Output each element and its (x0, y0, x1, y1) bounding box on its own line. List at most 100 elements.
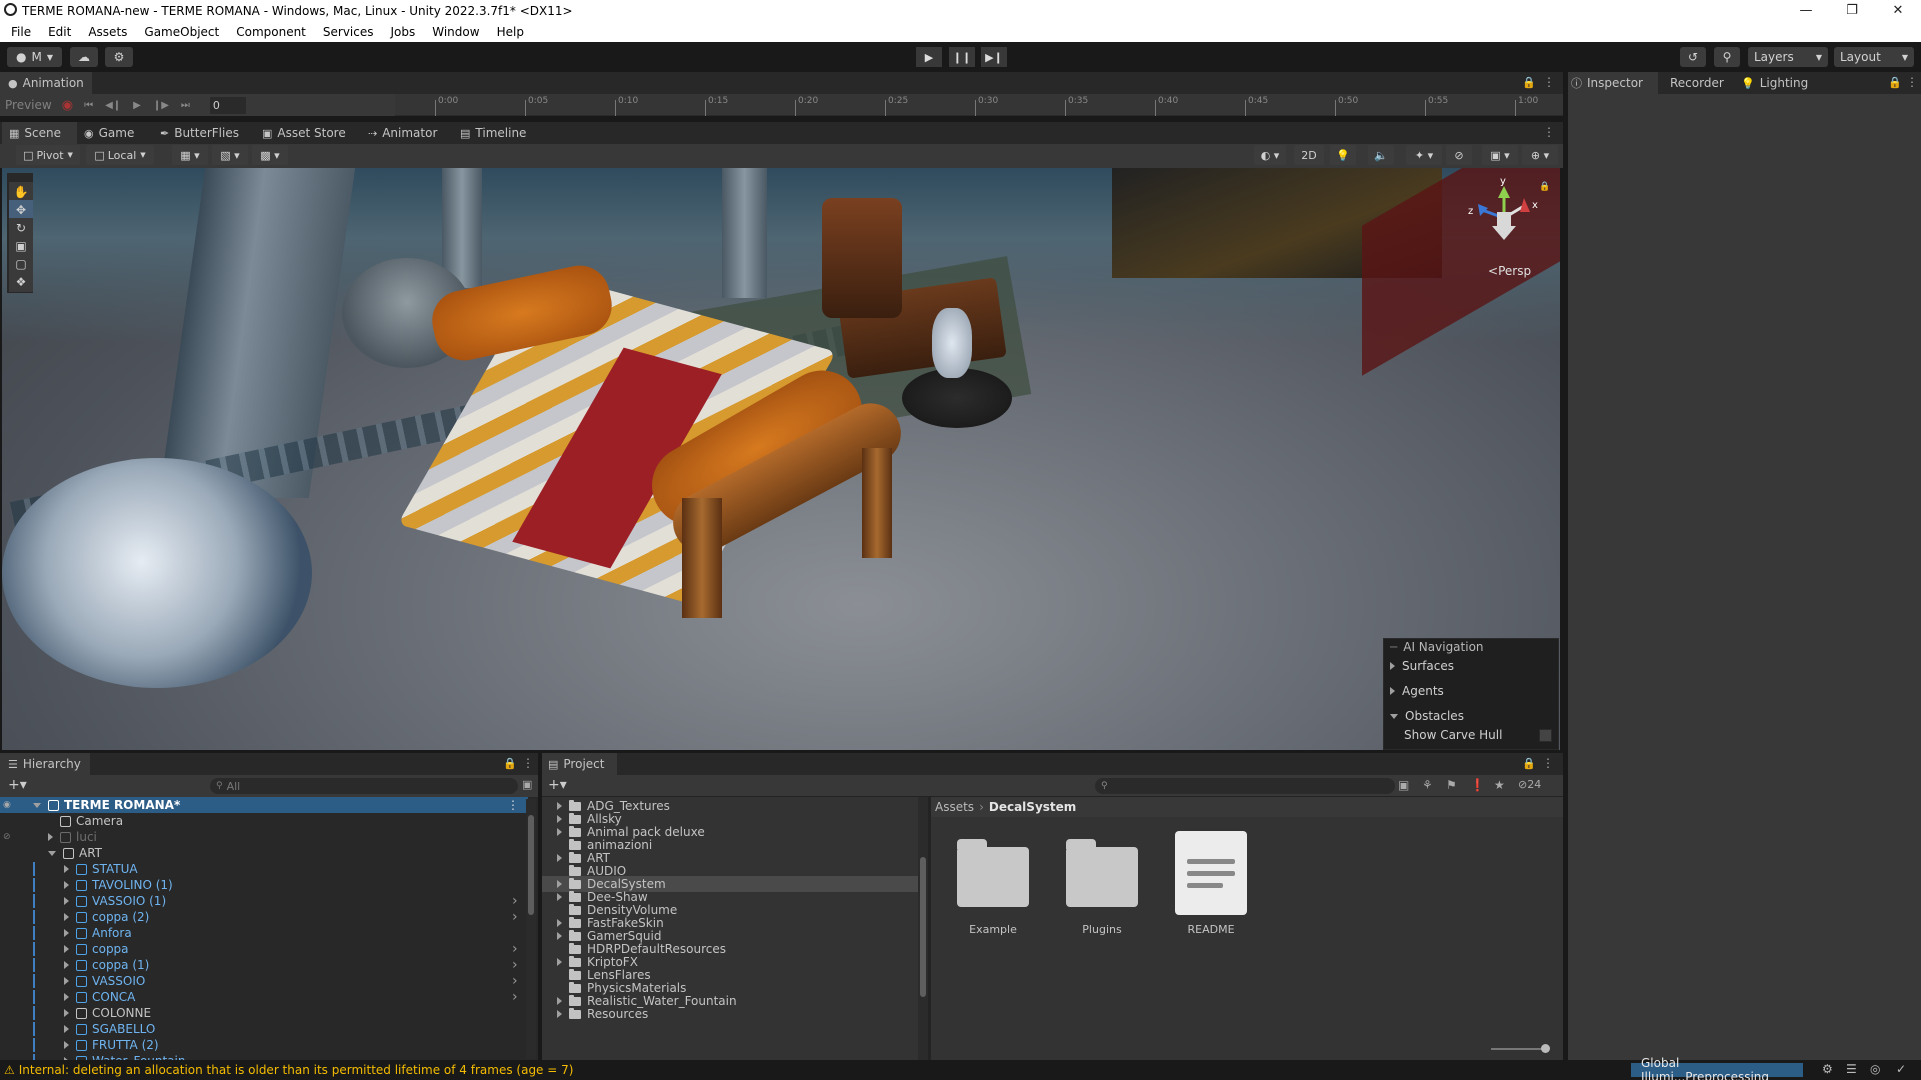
gizmos-dropdown-icon[interactable]: ⊕ ▾ (1522, 145, 1558, 165)
menu-gameobject[interactable]: GameObject (133, 25, 225, 39)
favorite-star-icon[interactable]: ★ (1494, 778, 1505, 792)
hierarchy-row-art[interactable]: ART (0, 845, 528, 861)
hierarchy-row[interactable]: Water_Fountain (0, 1053, 528, 1060)
local-dropdown[interactable]: □ Local ▼ (86, 145, 154, 165)
chevron-right-icon[interactable]: › (512, 989, 518, 1005)
record-icon[interactable]: ◉ (62, 98, 73, 113)
status-message[interactable]: Internal: deleting an allocation that is… (19, 1063, 574, 1077)
account-dropdown[interactable]: ● M ▼ (7, 47, 62, 67)
tab-butterflies[interactable]: ✒ ButterFlies (160, 122, 250, 144)
restore-button[interactable]: ❐ (1829, 0, 1875, 21)
lock-icon[interactable]: 🔒 (503, 757, 517, 770)
ai-nav-item-obstacles[interactable]: Obstacles (1390, 709, 1464, 723)
kebab-menu-icon[interactable]: ⋮ (1543, 125, 1555, 139)
chevron-right-icon[interactable]: › (512, 957, 518, 973)
increment-snap-button[interactable]: ▩ ▾ (252, 145, 288, 165)
chevron-right-icon[interactable]: › (512, 909, 518, 925)
play-animation-icon[interactable]: ▶ (133, 100, 141, 111)
hierarchy-row[interactable]: FRUTTA (2) (0, 1037, 528, 1053)
frame-field[interactable]: 0 (209, 96, 246, 114)
effects-dropdown-icon[interactable]: ✦ ▾ (1406, 145, 1442, 165)
step-button[interactable]: ▶❙ (981, 47, 1007, 67)
tab-recorder[interactable]: Recorder (1662, 72, 1736, 94)
tab-asset-store[interactable]: ▣ Asset Store (262, 122, 352, 144)
zoom-slider-thumb[interactable] (1541, 1044, 1550, 1053)
asset-item-readme[interactable]: README (1171, 831, 1261, 941)
chevron-right-icon[interactable]: › (512, 973, 518, 989)
play-button[interactable]: ▶ (916, 47, 942, 67)
gizmo-lock-icon[interactable]: 🔒 (1539, 182, 1550, 192)
first-keyframe-icon[interactable]: ⏮ (84, 100, 93, 111)
asset-item-example[interactable]: Example (955, 839, 1045, 939)
progress-indicator[interactable]: Global Illumi...Preprocessing (1631, 1056, 1803, 1080)
draw-mode-button[interactable]: ◐ ▾ (1254, 145, 1286, 165)
layout-dropdown[interactable]: Layout ▼ (1834, 47, 1914, 67)
breadcrumb-assets[interactable]: Assets (935, 800, 974, 814)
hierarchy-row-scene[interactable]: ◉ TERME ROMANA* ⋮ (0, 797, 528, 813)
visibility-eye-icon[interactable]: ◉ (3, 800, 15, 810)
collab-icon[interactable]: ⚙ (105, 47, 133, 67)
ai-nav-item-surfaces[interactable]: Surfaces (1390, 659, 1454, 673)
hand-tool-icon[interactable]: ✋ (9, 182, 33, 202)
animation-timeline-ruler[interactable]: 0:00 0:05 0:10 0:15 0:20 0:25 0:30 0:35 0:40 0:45… (395, 94, 1563, 116)
tab-inspector[interactable]: ⓘ Inspector (1568, 72, 1658, 94)
lock-icon[interactable]: 🔒 (1522, 76, 1536, 89)
tab-animator[interactable]: ⇢ Animator (368, 122, 448, 144)
shield-icon[interactable]: ◎ (1870, 1062, 1880, 1076)
grid-snap-button[interactable]: ▦ ▾ (172, 145, 208, 165)
orientation-gizmo[interactable]: y x z (1464, 176, 1544, 258)
lock-icon[interactable]: 🔒 (1888, 76, 1902, 89)
menu-assets[interactable]: Assets (77, 25, 133, 39)
ai-nav-item-agents[interactable]: Agents (1390, 684, 1444, 698)
scene-visibility-icon[interactable]: ▣ (522, 778, 532, 791)
hierarchy-row[interactable]: Anfora (0, 925, 528, 941)
menu-services[interactable]: Services (312, 25, 380, 39)
checkmark-icon[interactable]: ✓ (1896, 1062, 1906, 1076)
kebab-menu-icon[interactable]: ⋮ (522, 756, 534, 770)
hierarchy-row[interactable]: CONCA › (0, 989, 528, 1005)
hierarchy-row[interactable]: coppa › (0, 941, 528, 957)
preview-button[interactable]: Preview (5, 98, 52, 112)
cloud-icon[interactable]: ☁ (70, 47, 98, 67)
hidden-packages-toggle[interactable]: ⊘ 24 (1518, 778, 1541, 791)
asset-item-plugins[interactable]: Plugins (1064, 839, 1154, 939)
hierarchy-row[interactable]: VASSOIO › (0, 973, 528, 989)
next-keyframe-icon[interactable]: ❙▶ (153, 100, 169, 111)
lighting-toggle-icon[interactable]: 💡 (1330, 145, 1356, 165)
audio-toggle-icon[interactable]: 🔈 (1368, 145, 1394, 165)
kebab-menu-icon[interactable]: ⋮ (1542, 756, 1554, 770)
kebab-menu-icon[interactable]: ⋮ (1906, 75, 1918, 89)
tab-project[interactable]: ▤ Project (542, 753, 617, 775)
filter-log-icon[interactable]: ❗ (1470, 778, 1485, 792)
history-icon[interactable]: ↺ (1680, 47, 1706, 67)
hierarchy-scroll-track[interactable] (526, 799, 536, 1059)
tab-animation[interactable]: ● Animation (0, 72, 92, 94)
scale-tool-icon[interactable]: ▣ (9, 236, 33, 256)
last-keyframe-icon[interactable]: ⏭ (181, 100, 190, 111)
kebab-menu-icon[interactable]: ⋮ (1543, 75, 1555, 89)
chevron-right-icon[interactable]: › (512, 893, 518, 909)
minimize-button[interactable]: — (1783, 0, 1829, 21)
transform-tool-icon[interactable]: ❖ (9, 272, 33, 292)
project-search-input[interactable]: ⚲ (1095, 778, 1395, 794)
layers-dropdown[interactable]: Layers ▼ (1748, 47, 1828, 67)
hierarchy-row[interactable]: STATUA (0, 861, 528, 877)
tab-timeline[interactable]: ▤ Timeline (460, 122, 540, 144)
chevron-right-icon[interactable]: › (512, 941, 518, 957)
ai-navigation-header[interactable]: ─ AI Navigation (1384, 639, 1558, 655)
zoom-slider[interactable] (1491, 1044, 1550, 1053)
menu-file[interactable]: File (0, 25, 37, 39)
hierarchy-row-luci[interactable]: ⊘ luci (0, 829, 528, 845)
tab-game[interactable]: ◉ Game (84, 122, 150, 144)
hierarchy-row[interactable]: coppa (1) › (0, 957, 528, 973)
hierarchy-search-input[interactable]: ⚲ All (210, 778, 518, 794)
hidden-eye-icon[interactable]: ⊘ (3, 832, 15, 842)
prev-keyframe-icon[interactable]: ◀❙ (105, 100, 121, 111)
menu-window[interactable]: Window (421, 25, 485, 39)
show-carve-hull-checkbox[interactable] (1539, 729, 1552, 742)
scene-viewport[interactable]: ✋ ✥ ↻ ▣ ▢ ❖ y x z <Persp 🔒 ─ AI Navigati… (2, 168, 1560, 750)
rotate-tool-icon[interactable]: ↻ (9, 218, 33, 238)
close-button[interactable]: ✕ (1875, 0, 1921, 21)
filter-type-icon[interactable]: ⚘ (1422, 778, 1433, 792)
stack-icon[interactable]: ☰ (1846, 1062, 1857, 1076)
